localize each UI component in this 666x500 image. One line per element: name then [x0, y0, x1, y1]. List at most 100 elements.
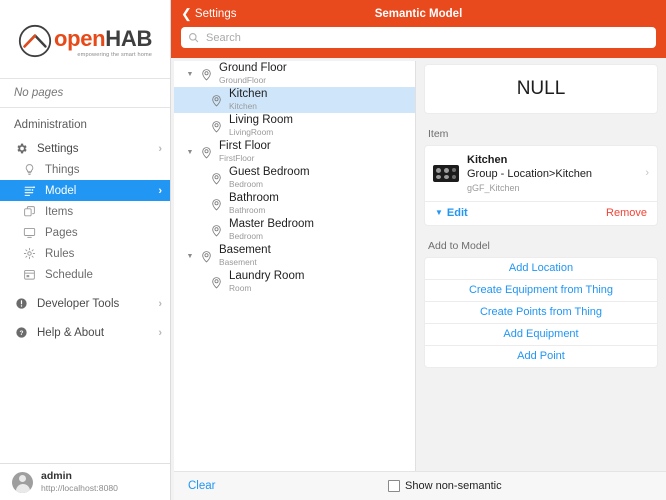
sidebar-item-schedule[interactable]: Schedule	[0, 264, 170, 285]
location-pin-icon	[208, 224, 225, 237]
calendar-icon	[22, 267, 37, 282]
edit-button-label: Edit	[447, 207, 468, 219]
sidebar-item-pages[interactable]: Pages	[0, 222, 170, 243]
search-input[interactable]	[204, 31, 649, 45]
location-pin-icon	[208, 276, 225, 289]
sidebar-item-settings[interactable]: Settings ›	[0, 138, 170, 159]
stove-icon	[433, 165, 459, 182]
tree-node-name: Basement	[219, 244, 271, 257]
bug-icon	[14, 296, 29, 311]
sidebar-item-model[interactable]: Model ›	[0, 180, 170, 201]
remove-button[interactable]: Remove	[606, 207, 647, 219]
back-button-label: Settings	[195, 8, 237, 20]
chevron-right-icon: ›	[158, 143, 162, 155]
logo-text-open: open	[54, 26, 105, 51]
openhab-logo-icon	[18, 24, 52, 58]
semantic-model-tree: ▼ Ground Floor GroundFloor	[174, 61, 416, 476]
user-account-bar[interactable]: admin http://localhost:8080	[0, 463, 170, 500]
tree-node-name: Guest Bedroom	[229, 166, 310, 179]
tree-node-sub: Kitchen	[229, 101, 267, 112]
user-server-url: http://localhost:8080	[41, 483, 118, 494]
sidebar-nav: Settings › Things	[0, 138, 170, 463]
tree-row[interactable]: Kitchen Kitchen	[174, 87, 415, 113]
sidebar-item-label: Model	[45, 185, 154, 197]
create-equipment-from-thing-button[interactable]: Create Equipment from Thing	[425, 280, 657, 302]
location-pin-icon	[208, 94, 225, 107]
nav-spacer	[0, 285, 170, 293]
tree-node-name: Living Room	[229, 114, 293, 127]
item-actions: ▼ Edit Remove	[425, 201, 657, 225]
tree-node-sub: LivingRoom	[229, 127, 293, 138]
tree-row[interactable]: Laundry Room Room	[174, 269, 415, 295]
item-state-card: NULL	[424, 64, 658, 114]
clear-button[interactable]: Clear	[174, 480, 388, 492]
tree-node-name: Kitchen	[229, 88, 267, 101]
tree-row[interactable]: ▼ First Floor FirstFloor	[174, 139, 415, 165]
item-type: Group - Location>Kitchen	[467, 167, 639, 181]
back-to-settings-button[interactable]: ❮ Settings	[177, 7, 236, 20]
tree-node-sub: GroundFloor	[219, 75, 287, 86]
show-non-semantic-checkbox[interactable]	[388, 480, 400, 492]
tree-row[interactable]: Bathroom Bathroom	[174, 191, 415, 217]
sidebar-item-label: Developer Tools	[37, 298, 154, 310]
tree-node-sub: Room	[229, 283, 304, 294]
logo-text-hab: HAB	[105, 26, 152, 51]
edit-button[interactable]: ▼ Edit	[435, 207, 468, 219]
lightbulb-icon	[22, 162, 37, 177]
sidebar-section-administration: Administration	[0, 108, 170, 138]
sidebar-item-label: Settings	[37, 143, 154, 155]
tree-node-sub: Basement	[219, 257, 271, 268]
sidebar-item-rules[interactable]: Rules	[0, 243, 170, 264]
show-non-semantic-label: Show non-semantic	[405, 480, 502, 492]
tree-row[interactable]: Living Room LivingRoom	[174, 113, 415, 139]
gear-icon	[14, 141, 29, 156]
content-area: ▼ Ground Floor GroundFloor	[171, 58, 666, 500]
add-location-button[interactable]: Add Location	[425, 258, 657, 280]
sidebar-item-help-about[interactable]: ? Help & About ›	[0, 322, 170, 343]
detail-panel: NULL Item Kitchen	[416, 58, 666, 500]
logo-tagline: empowering the smart home	[54, 52, 152, 58]
main-area: ❮ Settings Semantic Model	[171, 0, 666, 500]
chevron-down-icon: ▼	[435, 208, 443, 217]
chevron-right-icon: ›	[158, 298, 162, 310]
item-detail-row[interactable]: Kitchen Group - Location>Kitchen gGF_Kit…	[425, 146, 657, 201]
location-pin-icon	[198, 250, 215, 263]
tree-node-name: Laundry Room	[229, 270, 304, 283]
tree-node-name: Bathroom	[229, 192, 279, 205]
tree-row[interactable]: ▼ Basement Basement	[174, 243, 415, 269]
search-box[interactable]	[181, 27, 656, 48]
svg-text:?: ?	[20, 330, 24, 337]
tree-row[interactable]: Guest Bedroom Bedroom	[174, 165, 415, 191]
item-section-label: Item	[424, 114, 658, 145]
location-pin-icon	[208, 120, 225, 133]
nav-spacer	[0, 314, 170, 322]
item-card: Kitchen Group - Location>Kitchen gGF_Kit…	[424, 145, 658, 226]
add-equipment-button[interactable]: Add Equipment	[425, 324, 657, 346]
page-header: ❮ Settings Semantic Model	[171, 0, 666, 58]
add-point-button[interactable]: Add Point	[425, 346, 657, 367]
sidebar-item-developer-tools[interactable]: Developer Tools ›	[0, 293, 170, 314]
show-non-semantic-toggle[interactable]: Show non-semantic	[388, 480, 502, 492]
location-pin-icon	[198, 68, 215, 81]
expand-arrow-icon[interactable]: ▼	[182, 71, 198, 78]
tree-footer-bar: Clear Show non-semantic	[174, 471, 666, 500]
chevron-left-icon: ❮	[181, 7, 192, 20]
item-state-value: NULL	[517, 78, 566, 100]
sidebar-item-label: Things	[45, 164, 158, 176]
chevron-right-icon: ›	[158, 327, 162, 339]
expand-arrow-icon[interactable]: ▼	[182, 253, 198, 260]
sidebar-item-items[interactable]: Items	[0, 201, 170, 222]
location-pin-icon	[198, 146, 215, 159]
create-points-from-thing-button[interactable]: Create Points from Thing	[425, 302, 657, 324]
tree-row[interactable]: Master Bedroom Bedroom	[174, 217, 415, 243]
tree-row[interactable]: ▼ Ground Floor GroundFloor	[174, 61, 415, 87]
location-pin-icon	[208, 198, 225, 211]
tree-node-name: Master Bedroom	[229, 218, 314, 231]
expand-arrow-icon[interactable]: ▼	[182, 149, 198, 156]
sidebar-item-things[interactable]: Things	[0, 159, 170, 180]
openhab-app: openHAB empowering the smart home No pag…	[0, 0, 666, 500]
sidebar-item-label: Help & About	[37, 327, 154, 339]
add-to-model-list: Add Location Create Equipment from Thing…	[424, 257, 658, 368]
tree-node-sub: Bedroom	[229, 179, 310, 190]
add-to-model-label: Add to Model	[424, 226, 658, 257]
